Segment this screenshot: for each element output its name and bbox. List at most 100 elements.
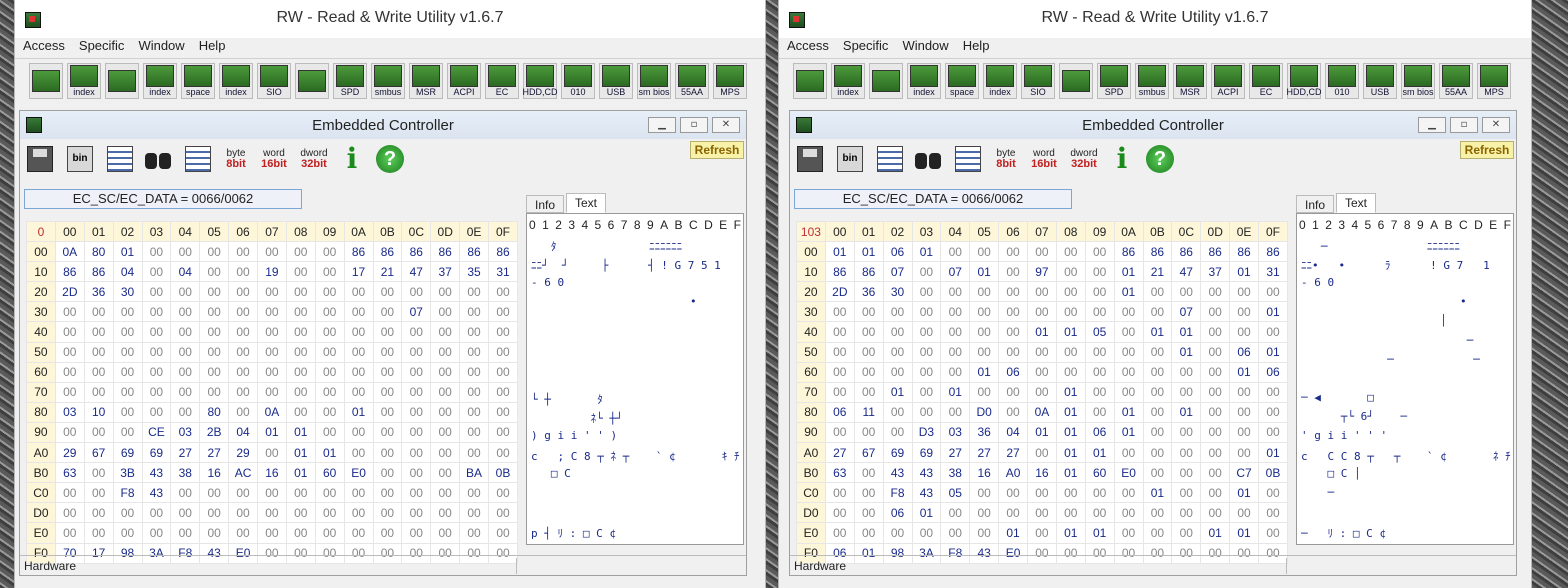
- hex-cell[interactable]: 30: [882, 281, 913, 303]
- hex-cell[interactable]: 00: [1171, 502, 1202, 524]
- hex-cell[interactable]: 00: [401, 401, 432, 423]
- hex-cell[interactable]: 01: [1113, 281, 1144, 303]
- hex-cell[interactable]: 00: [1055, 341, 1086, 363]
- hex-cell[interactable]: 00: [1113, 321, 1144, 343]
- hex-cell[interactable]: 16: [257, 462, 287, 484]
- hex-cell[interactable]: 00: [824, 361, 855, 383]
- hex-cell[interactable]: 00: [199, 321, 230, 343]
- hex-cell[interactable]: 00: [1258, 482, 1288, 504]
- word-view-button[interactable]: word 16bit: [1028, 143, 1060, 175]
- hex-cell[interactable]: 00: [372, 361, 403, 383]
- hex-cell[interactable]: 17: [343, 261, 374, 283]
- hex-cell[interactable]: 00: [1142, 442, 1173, 464]
- toolbar-button-index[interactable]: index: [907, 63, 941, 99]
- hex-cell[interactable]: 00: [1113, 301, 1144, 323]
- hex-cell[interactable]: 00: [1200, 462, 1231, 484]
- hex-cell[interactable]: 00: [1113, 502, 1144, 524]
- hex-cell[interactable]: 06: [1258, 361, 1288, 383]
- hex-cell[interactable]: 21: [1142, 261, 1173, 283]
- hex-cell[interactable]: 00: [372, 442, 403, 464]
- hex-cell[interactable]: 86: [83, 261, 114, 283]
- hex-cell[interactable]: 00: [488, 301, 518, 323]
- hex-cell[interactable]: 86: [1229, 241, 1259, 263]
- toolbar-button-io-space[interactable]: space: [181, 63, 215, 99]
- hex-cell[interactable]: 00: [1258, 522, 1288, 544]
- hex-cell[interactable]: 00: [141, 321, 172, 343]
- hex-cell[interactable]: 00: [430, 482, 461, 504]
- hex-cell[interactable]: 00: [1200, 442, 1231, 464]
- hex-cell[interactable]: 01: [1113, 401, 1144, 423]
- grid-button[interactable]: [182, 143, 214, 175]
- hex-cell[interactable]: 00: [372, 401, 403, 423]
- save-button[interactable]: [794, 143, 826, 175]
- save-bin-button[interactable]: bin: [64, 143, 96, 175]
- hex-cell[interactable]: 86: [824, 261, 855, 283]
- hex-cell[interactable]: 86: [853, 261, 884, 283]
- hex-cell[interactable]: 0A: [257, 401, 287, 423]
- hex-cell[interactable]: 00: [853, 321, 884, 343]
- hex-cell[interactable]: 00: [1055, 301, 1086, 323]
- hex-cell[interactable]: 00: [54, 321, 85, 343]
- hex-cell[interactable]: 00: [1142, 421, 1173, 444]
- hex-cell[interactable]: 00: [1055, 361, 1086, 383]
- hex-cell[interactable]: 06: [998, 361, 1028, 383]
- hex-cell[interactable]: 00: [285, 401, 316, 423]
- dword-view-button[interactable]: dword 32bit: [1068, 143, 1100, 175]
- toolbar-button-disk[interactable]: 010: [561, 63, 595, 99]
- hex-cell[interactable]: 00: [170, 241, 201, 263]
- hex-cell[interactable]: 00: [459, 281, 489, 303]
- hex-cell[interactable]: 00: [488, 502, 518, 524]
- hex-cell[interactable]: 00: [112, 381, 143, 403]
- hex-cell[interactable]: 00: [170, 401, 201, 423]
- hex-cell[interactable]: 00: [1171, 482, 1202, 504]
- toolbar-button-55aa[interactable]: 55AA: [1439, 63, 1473, 99]
- hex-cell[interactable]: 00: [314, 281, 345, 303]
- dword-view-button[interactable]: dword 32bit: [298, 143, 330, 175]
- hex-cell[interactable]: 00: [372, 301, 403, 323]
- toolbar-button-memory[interactable]: [793, 63, 827, 99]
- toolbar-button-smbios[interactable]: sm bios: [1401, 63, 1435, 99]
- toolbar-button-acpi[interactable]: ACPI: [1211, 63, 1245, 99]
- tab-info[interactable]: Info: [1296, 195, 1335, 213]
- help-button[interactable]: ?: [374, 143, 406, 175]
- hex-cell[interactable]: 00: [459, 401, 489, 423]
- hex-cell[interactable]: D0: [969, 401, 1000, 423]
- toolbar-button-smbus[interactable]: smbus: [1135, 63, 1169, 99]
- hex-cell[interactable]: 00: [488, 381, 518, 403]
- hex-cell[interactable]: 00: [430, 401, 461, 423]
- hex-cell[interactable]: 00: [372, 502, 403, 524]
- hex-cell[interactable]: 00: [141, 401, 172, 423]
- hex-cell[interactable]: 00: [1200, 381, 1231, 403]
- hex-cell[interactable]: 00: [401, 381, 432, 403]
- hex-cell[interactable]: 00: [343, 321, 374, 343]
- hex-cell[interactable]: 00: [969, 341, 1000, 363]
- hex-cell[interactable]: 00: [401, 482, 432, 504]
- hex-cell[interactable]: 00: [853, 421, 884, 444]
- hex-cell[interactable]: 00: [824, 502, 855, 524]
- hex-cell[interactable]: 31: [488, 261, 518, 283]
- hex-cell[interactable]: 00: [969, 522, 1000, 544]
- hex-cell[interactable]: 00: [285, 482, 316, 504]
- hex-cell[interactable]: 0A: [54, 241, 85, 263]
- hex-cell[interactable]: 00: [141, 281, 172, 303]
- hex-cell[interactable]: 00: [285, 381, 316, 403]
- hex-cell[interactable]: 00: [54, 301, 85, 323]
- menu-help[interactable]: Help: [963, 38, 990, 53]
- hex-cell[interactable]: 00: [1229, 401, 1259, 423]
- hex-cell[interactable]: 86: [54, 261, 85, 283]
- hex-cell[interactable]: 00: [1258, 381, 1288, 403]
- hex-cell[interactable]: 07: [882, 261, 913, 283]
- title-bar[interactable]: RW - Read & Write Utility v1.6.7: [15, 0, 765, 38]
- hex-cell[interactable]: 00: [1258, 401, 1288, 423]
- hex-cell[interactable]: E0: [1113, 462, 1144, 484]
- hex-cell[interactable]: 00: [83, 301, 114, 323]
- hex-cell[interactable]: 00: [1084, 281, 1115, 303]
- hex-cell[interactable]: 00: [940, 281, 971, 303]
- hex-cell[interactable]: 00: [372, 321, 403, 343]
- hex-cell[interactable]: 00: [314, 482, 345, 504]
- hex-cell[interactable]: 00: [228, 482, 258, 504]
- hex-cell[interactable]: 00: [1027, 442, 1057, 464]
- hex-cell[interactable]: 00: [112, 301, 143, 323]
- tab-info[interactable]: Info: [526, 195, 565, 213]
- hex-cell[interactable]: 67: [83, 442, 114, 464]
